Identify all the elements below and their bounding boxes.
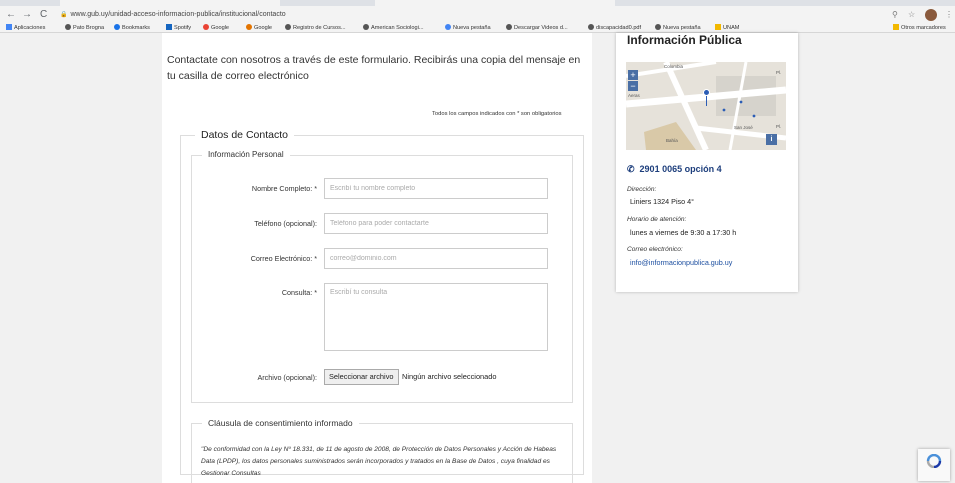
clause-title: Cláusula de consentimiento informado (202, 418, 359, 428)
recaptcha-icon (926, 454, 942, 468)
map-info-button[interactable]: i (766, 134, 777, 145)
phone-number: 2901 0065 opción 4 (639, 164, 722, 174)
bookmark-item[interactable]: Spotify (166, 23, 191, 33)
globe-icon (655, 24, 661, 30)
map-label: Bahía (666, 138, 678, 143)
bookmark-item[interactable]: discapacidad0.pdf (588, 23, 641, 33)
profile-avatar[interactable] (925, 9, 937, 21)
google-icon (203, 24, 209, 30)
zoom-out-button[interactable]: − (628, 81, 638, 91)
globe-icon (588, 24, 594, 30)
bookmark-item[interactable]: Google (246, 23, 272, 33)
sidebar-title: Información Pública (627, 35, 742, 47)
globe-icon (363, 24, 369, 30)
bookmark-item[interactable]: Nueva pestaña (655, 23, 701, 33)
clause-text: "De conformidad con la Ley Nº 18.331, de… (201, 446, 557, 477)
map-streets (626, 62, 786, 150)
map-label: Pl. (776, 124, 782, 129)
address-bar[interactable]: 🔒 www.gub.uy/unidad-acceso-informacion-pu… (60, 8, 860, 22)
zoom-in-button[interactable]: + (628, 70, 638, 80)
map-label: San José (734, 125, 753, 130)
email-label: Correo Electrónico: * (250, 254, 317, 263)
personal-title: Información Personal (202, 150, 290, 159)
query-textarea[interactable] (324, 283, 548, 351)
hours-value: lunes a viernes de 9:30 a 17:30 h (630, 228, 737, 237)
location-map[interactable]: + − Colombia Pl. Aeras San José Pl. Bahí… (626, 62, 786, 150)
file-status: Ningún archivo seleccionado (402, 372, 497, 381)
phone-input[interactable] (324, 213, 548, 234)
map-label: Colombia (664, 64, 684, 69)
globe-icon (506, 24, 512, 30)
map-pin-icon[interactable] (703, 89, 710, 96)
recaptcha-badge[interactable] (918, 449, 950, 481)
bookmark-apps[interactable]: Aplicaciones (6, 23, 45, 33)
name-label: Nombre Completo: * (251, 184, 317, 193)
email-input[interactable] (324, 248, 548, 269)
tab-inactive[interactable] (375, 0, 615, 6)
form-intro: Contactate con nosotros a través de este… (167, 54, 581, 82)
map-pin-stem (706, 96, 707, 106)
section-title: Datos de Contacto (195, 129, 294, 141)
hours-label: Horario de atención: (627, 216, 687, 223)
bookmark-item[interactable]: Pato Brogna (65, 23, 104, 33)
star-icon[interactable]: ☆ (908, 8, 915, 22)
sidebar-phone: ✆ 2901 0065 opción 4 (627, 164, 722, 175)
folder-icon (893, 24, 899, 30)
name-input[interactable] (324, 178, 548, 199)
other-bookmarks[interactable]: Otros marcadores (893, 23, 946, 33)
query-label: Consulta: * (281, 288, 317, 297)
bookmark-item[interactable]: Registro de Cursos... (285, 23, 346, 33)
folder-icon (715, 24, 721, 30)
menu-icon[interactable]: ⋮ (945, 8, 953, 22)
star-icon (114, 24, 120, 30)
bookmark-item[interactable]: American Sociologi... (363, 23, 424, 33)
bookmark-item[interactable]: Bookmarks (114, 23, 150, 33)
required-note: Todos los campos indicados con * son obl… (432, 111, 562, 117)
bookmarks-bar: Aplicaciones Pato Brogna Bookmarks Spoti… (0, 23, 955, 33)
back-button[interactable]: ← (6, 8, 16, 22)
bookmark-item[interactable]: Descargar Videos d... (506, 23, 568, 33)
tab-strip (0, 0, 955, 6)
forward-button[interactable]: → (22, 8, 32, 22)
download-icon (445, 24, 451, 30)
globe-icon (285, 24, 291, 30)
lock-icon: 🔒 (60, 12, 68, 18)
bookmark-item[interactable]: Nueva pestaña (445, 23, 491, 33)
map-label: Aeras (628, 93, 640, 98)
tab-active[interactable] (60, 0, 280, 6)
address-value: Liniers 1324 Piso 4° (630, 197, 695, 206)
reload-button[interactable]: C (40, 8, 47, 22)
phone-label: Teléfono (opcional): (254, 219, 317, 228)
globe-icon (65, 24, 71, 30)
email-link[interactable]: info@informacionpublica.gub.uy (630, 258, 732, 267)
map-label: Pl. (776, 70, 782, 75)
bookmark-item[interactable]: Google (203, 23, 229, 33)
phone-icon: ✆ (627, 164, 635, 174)
url-text: www.gub.uy/unidad-acceso-informacion-pub… (70, 11, 286, 18)
file-label: Archivo (opcional): (257, 373, 317, 382)
browser-chrome: ← → C 🔒 www.gub.uy/unidad-acceso-informac… (0, 0, 955, 33)
address-label: Dirección: (627, 186, 657, 193)
translate-icon[interactable]: ⚲ (892, 8, 898, 22)
apps-icon (6, 24, 12, 30)
email-contact-label: Correo electrónico: (627, 246, 683, 253)
google-icon (246, 24, 252, 30)
select-file-button[interactable]: Seleccionar archivo (324, 369, 399, 385)
spotify-icon (166, 24, 172, 30)
bookmark-folder[interactable]: UNAM (715, 23, 739, 33)
